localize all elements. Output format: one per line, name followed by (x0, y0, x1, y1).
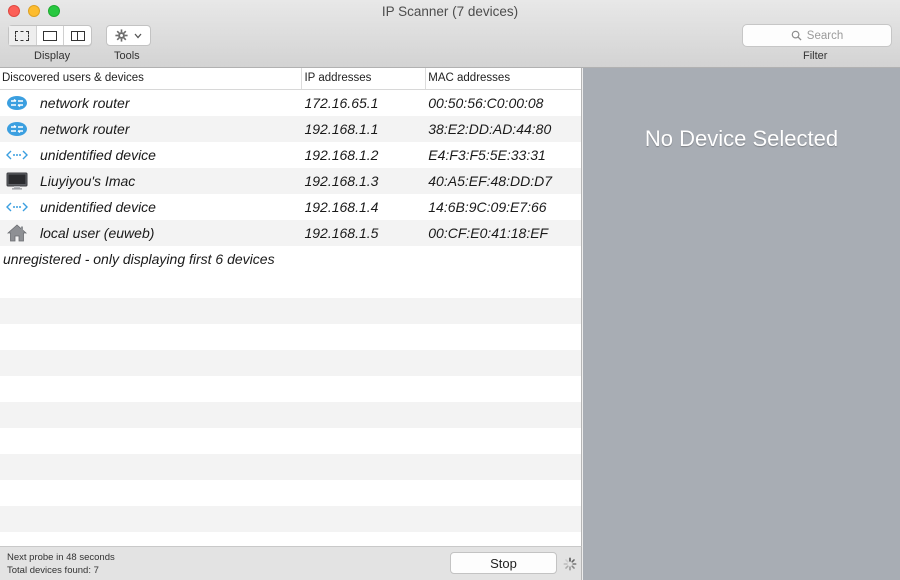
device-name-cell: network router (0, 120, 301, 138)
empty-row (0, 428, 581, 454)
total-devices-status: Total devices found: 7 (7, 565, 99, 576)
empty-rows (0, 272, 581, 546)
empty-row (0, 376, 581, 402)
display-segmented-control[interactable] (8, 25, 92, 46)
loading-spinner-icon (563, 557, 577, 571)
table-row[interactable]: network router 192.168.1.1 38:E2:DD:AD:4… (0, 116, 581, 142)
single-pane-icon (43, 30, 57, 41)
column-header-mac[interactable]: MAC addresses (425, 68, 581, 89)
router-icon (6, 94, 28, 112)
device-name: unidentified device (40, 199, 156, 215)
column-header-ip[interactable]: IP addresses (301, 68, 425, 89)
device-list: Discovered users & devices IP addresses … (0, 68, 582, 546)
ip-cell: 192.168.1.5 (304, 225, 379, 241)
display-split-button[interactable] (63, 26, 91, 45)
column-header-devices[interactable]: Discovered users & devices (0, 68, 301, 89)
device-detail-pane: No Device Selected (583, 68, 900, 580)
device-name-cell: network router (0, 94, 301, 112)
network-device-icon (6, 146, 28, 164)
device-name: network router (40, 121, 130, 137)
display-list-button[interactable] (9, 26, 36, 45)
empty-row (0, 532, 581, 546)
mac-cell: 00:CF:E0:41:18:EF (428, 225, 549, 241)
split-pane-icon (70, 30, 85, 41)
no-device-message: No Device Selected (644, 126, 839, 151)
table-row[interactable]: network router 172.16.65.1 00:50:56:C0:0… (0, 90, 581, 116)
empty-row (0, 272, 581, 298)
ip-cell: 192.168.1.1 (304, 121, 379, 137)
device-name-cell: unidentified device (0, 198, 301, 216)
mac-cell: 38:E2:DD:AD:44:80 (428, 121, 552, 137)
empty-row (0, 480, 581, 506)
device-name: Liuyiyou's Imac (40, 173, 136, 189)
device-name: network router (40, 95, 130, 111)
mac-cell: 00:50:56:C0:00:08 (428, 95, 544, 111)
search-field[interactable]: Search (742, 24, 892, 47)
home-icon (6, 224, 28, 242)
ip-cell: 192.168.1.4 (304, 199, 379, 215)
list-only-icon (15, 30, 30, 41)
empty-row (0, 324, 581, 350)
device-name-cell: unidentified device (0, 146, 301, 164)
empty-row (0, 402, 581, 428)
filter-label: Filter (803, 50, 828, 62)
empty-row (0, 454, 581, 480)
unregistered-notice: unregistered - only displaying first 6 d… (3, 251, 275, 267)
display-detail-button[interactable] (35, 26, 64, 45)
mac-cell: 14:6B:9C:09:E7:66 (428, 199, 547, 215)
network-device-icon (6, 198, 28, 216)
search-placeholder: Search (806, 29, 844, 42)
device-name-cell: Liuyiyou's Imac (0, 172, 301, 190)
stop-button[interactable]: Stop (450, 552, 557, 574)
display-label: Display (34, 50, 71, 62)
window-title: IP Scanner (7 devices) (381, 4, 519, 19)
device-rows: network router 172.16.65.1 00:50:56:C0:0… (0, 90, 581, 272)
mac-cell: E4:F3:F5:5E:33:31 (428, 147, 546, 163)
table-row[interactable]: unidentified device 192.168.1.4 14:6B:9C… (0, 194, 581, 220)
empty-row (0, 298, 581, 324)
ip-cell: 172.16.65.1 (304, 95, 379, 111)
device-name: local user (euweb) (40, 225, 155, 241)
ip-cell: 192.168.1.2 (304, 147, 379, 163)
empty-row (0, 350, 581, 376)
mac-cell: 40:A5:EF:48:DD:D7 (428, 173, 552, 189)
tools-label: Tools (114, 50, 140, 62)
imac-icon (6, 172, 28, 190)
table-row[interactable]: local user (euweb) 192.168.1.5 00:CF:E0:… (0, 220, 581, 246)
device-name: unidentified device (40, 147, 156, 163)
tools-menu-button[interactable] (106, 25, 151, 46)
table-row[interactable]: Liuyiyou's Imac 192.168.1.3 40:A5:EF:48:… (0, 168, 581, 194)
empty-row (0, 506, 581, 532)
router-icon (6, 120, 28, 138)
window-toolbar: IP Scanner (7 devices) Display Tools Sea… (0, 0, 900, 68)
gear-icon (115, 29, 128, 42)
list-header: Discovered users & devices IP addresses … (0, 68, 581, 90)
device-name-cell: local user (euweb) (0, 224, 301, 242)
chevron-down-icon (134, 33, 142, 38)
ip-cell: 192.168.1.3 (304, 173, 379, 189)
next-probe-status: Next probe in 48 seconds (7, 552, 115, 563)
table-row[interactable]: unidentified device 192.168.1.2 E4:F3:F5… (0, 142, 581, 168)
search-icon (791, 30, 802, 41)
status-bar: Next probe in 48 seconds Total devices f… (0, 546, 582, 580)
